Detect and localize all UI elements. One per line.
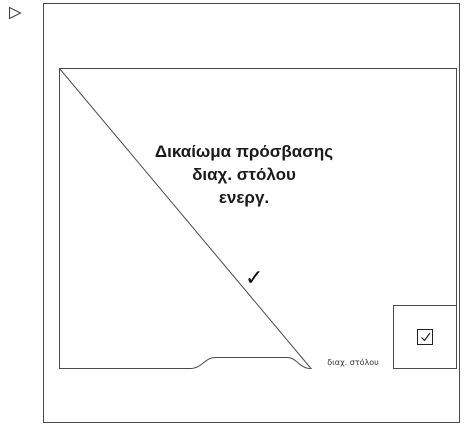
message-panel: Δικαίωμα πρόσβασης διαχ. στόλου ενεργ. ✓…	[59, 68, 457, 384]
access-rights-message: Δικαίωμα πρόσβασης διαχ. στόλου ενεργ.	[89, 140, 399, 209]
confirm-button[interactable]	[393, 305, 457, 369]
message-line-3: ενεργ.	[218, 188, 270, 207]
fleet-management-tab[interactable]: διαχ. στόλου	[312, 357, 394, 369]
message-line-2: διαχ. στόλου	[192, 165, 296, 184]
check-mark-icon: ✓	[245, 266, 264, 291]
checkbox-checked-icon	[417, 329, 433, 345]
message-line-1: Δικαίωμα πρόσβασης	[154, 142, 334, 161]
play-triangle-icon[interactable]	[8, 6, 22, 20]
